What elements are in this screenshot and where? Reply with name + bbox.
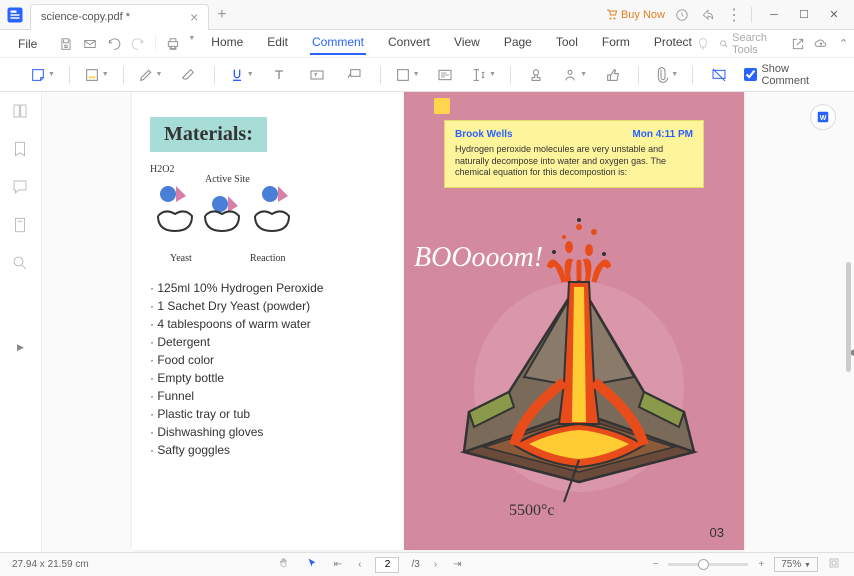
pencil-tool[interactable]: ▼ xyxy=(138,63,163,87)
page-input[interactable] xyxy=(375,557,399,573)
minimize-button[interactable]: ─ xyxy=(760,3,788,27)
menu-page[interactable]: Page xyxy=(502,33,534,55)
document-tab[interactable]: science-copy.pdf * × xyxy=(30,4,209,30)
page-total-label: /3 xyxy=(411,559,419,570)
word-export-icon[interactable]: W xyxy=(810,104,836,130)
prev-page-icon[interactable]: ‹ xyxy=(356,557,363,572)
buy-now-link[interactable]: Buy Now xyxy=(606,9,665,21)
sticky-note-icon[interactable] xyxy=(434,98,450,114)
next-page-icon[interactable]: › xyxy=(432,557,439,572)
notification-icon[interactable] xyxy=(673,6,691,24)
zoom-slider[interactable] xyxy=(668,563,748,566)
cloud-icon[interactable] xyxy=(814,35,829,53)
signature-tool[interactable]: ▼ xyxy=(562,63,587,87)
bulb-icon[interactable] xyxy=(696,35,711,53)
materials-diagram: H2O2 Active Site Yeast Reaction xyxy=(150,164,386,264)
hand-tool-icon[interactable] xyxy=(276,555,292,574)
external-link-icon[interactable] xyxy=(791,35,806,53)
last-page-icon[interactable]: ⇥ xyxy=(451,557,463,572)
save-icon[interactable] xyxy=(57,35,75,53)
app-icon xyxy=(0,0,30,30)
mail-icon[interactable] xyxy=(81,35,99,53)
measure-tool[interactable]: ▼ xyxy=(471,63,496,87)
note-time: Mon 4:11 PM xyxy=(632,129,693,140)
document-page-left: Materials: H2O2 Active Site Yeast Reacti… xyxy=(132,92,404,550)
new-tab-button[interactable]: + xyxy=(217,6,226,24)
share-icon[interactable] xyxy=(699,6,717,24)
show-comment-toggle[interactable]: Show Comment xyxy=(744,63,824,87)
list-item: Funnel xyxy=(150,387,386,405)
maximize-button[interactable]: ☐ xyxy=(790,3,818,27)
tab-title: science-copy.pdf * xyxy=(41,11,130,23)
zoom-value[interactable]: 75% ▼ xyxy=(774,557,818,572)
note-tool[interactable]: ▼ xyxy=(30,63,55,87)
dimensions-label: 27.94 x 21.59 cm xyxy=(12,559,89,570)
list-item: Dishwashing gloves xyxy=(150,423,386,441)
text-tool[interactable] xyxy=(268,63,291,87)
first-page-icon[interactable]: ⇤ xyxy=(332,557,344,572)
menu-form[interactable]: Form xyxy=(600,33,632,55)
document-page-right: Brook Wells Mon 4:11 PM Hydrogen peroxid… xyxy=(404,92,744,550)
attachments-panel-icon[interactable] xyxy=(11,216,31,236)
stamp-tool[interactable] xyxy=(525,63,548,87)
list-item: Safty goggles xyxy=(150,441,386,459)
page-number-label: 03 xyxy=(710,525,724,540)
undo-icon[interactable] xyxy=(105,35,123,53)
print-dropdown-icon[interactable]: ▼ xyxy=(188,35,195,53)
select-tool-icon[interactable] xyxy=(304,555,320,574)
approve-tool[interactable] xyxy=(601,63,624,87)
fit-page-icon[interactable] xyxy=(826,555,842,574)
thumbnails-icon[interactable] xyxy=(11,102,31,122)
callout-tool[interactable] xyxy=(342,63,365,87)
menu-edit[interactable]: Edit xyxy=(265,33,290,55)
underline-tool[interactable]: ▼ xyxy=(229,63,254,87)
file-menu[interactable]: File xyxy=(10,33,45,55)
redo-icon[interactable] xyxy=(129,35,147,53)
search-tools-input[interactable]: Search Tools xyxy=(719,32,783,56)
close-button[interactable]: ✕ xyxy=(820,3,848,27)
list-item: Plastic tray or tub xyxy=(150,405,386,423)
scrollbar[interactable] xyxy=(846,262,851,372)
area-highlight-tool[interactable] xyxy=(434,63,457,87)
menu-convert[interactable]: Convert xyxy=(386,33,432,55)
materials-list: 125ml 10% Hydrogen Peroxide1 Sachet Dry … xyxy=(150,279,386,459)
list-item: Empty bottle xyxy=(150,369,386,387)
bookmarks-icon[interactable] xyxy=(11,140,31,160)
comments-panel-icon[interactable] xyxy=(11,178,31,198)
shapes-tool[interactable]: ▼ xyxy=(395,63,420,87)
list-item: Food color xyxy=(150,351,386,369)
print-icon[interactable] xyxy=(164,35,182,53)
boom-text: BOOooom! xyxy=(414,242,543,274)
svg-text:W: W xyxy=(820,115,827,122)
eraser-tool[interactable] xyxy=(176,63,199,87)
show-comment-checkbox[interactable] xyxy=(744,68,757,81)
menu-view[interactable]: View xyxy=(452,33,482,55)
textbox-tool[interactable] xyxy=(305,63,328,87)
menu-home[interactable]: Home xyxy=(209,33,245,55)
tab-close-icon[interactable]: × xyxy=(190,9,198,25)
highlight-tool[interactable]: ▼ xyxy=(84,63,109,87)
list-item: 4 tablespoons of warm water xyxy=(150,315,386,333)
hide-comments-tool[interactable] xyxy=(707,63,730,87)
search-panel-icon[interactable] xyxy=(11,254,31,274)
list-item: Detergent xyxy=(150,333,386,351)
attachment-tool[interactable]: ▼ xyxy=(653,63,678,87)
zoom-out-icon[interactable]: − xyxy=(651,557,661,572)
zoom-in-icon[interactable]: + xyxy=(756,557,766,572)
materials-heading: Materials: xyxy=(150,117,267,152)
menu-comment[interactable]: Comment xyxy=(310,33,366,55)
menu-tool[interactable]: Tool xyxy=(554,33,580,55)
note-body: Hydrogen peroxide molecules are very uns… xyxy=(455,144,693,179)
note-author: Brook Wells xyxy=(455,129,513,140)
sidebar-expand-icon[interactable]: ▶ xyxy=(17,342,24,353)
kebab-menu-icon[interactable]: ⋮ xyxy=(725,6,743,24)
menu-protect[interactable]: Protect xyxy=(652,33,694,55)
temperature-label: 5500°c xyxy=(509,502,555,520)
list-item: 125ml 10% Hydrogen Peroxide xyxy=(150,279,386,297)
list-item: 1 Sachet Dry Yeast (powder) xyxy=(150,297,386,315)
collapse-ribbon-icon[interactable]: ⌃ xyxy=(836,35,851,53)
sticky-note[interactable]: Brook Wells Mon 4:11 PM Hydrogen peroxid… xyxy=(444,120,704,188)
